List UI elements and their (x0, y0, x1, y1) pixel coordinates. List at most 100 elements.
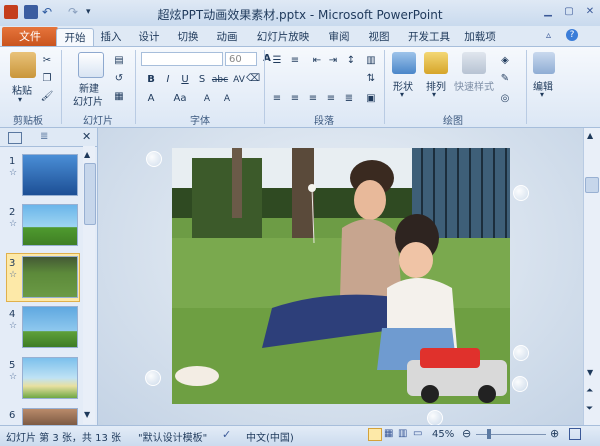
tab-home[interactable]: 开始 (56, 28, 94, 47)
scroll-down-icon[interactable]: ▼ (587, 368, 593, 377)
slide-sorter-icon[interactable]: ▦ (384, 428, 393, 439)
smartart-icon[interactable]: ▣ (364, 92, 378, 106)
increase-indent-icon[interactable]: ⇥ (326, 54, 340, 68)
tab-insert[interactable]: 插入 (96, 28, 126, 46)
new-slide-icon[interactable] (78, 52, 104, 78)
strikethrough-button[interactable]: abc (210, 73, 230, 87)
clear-format-icon[interactable]: ⌫ (246, 72, 260, 86)
font-grow-small-icon[interactable]: A (220, 92, 234, 106)
char-spacing-button[interactable]: AV (232, 73, 246, 87)
decrease-indent-icon[interactable]: ⇤ (310, 54, 324, 68)
columns-icon[interactable]: ▥ (364, 54, 378, 68)
scroll-up-icon[interactable]: ▲ (587, 131, 593, 140)
customize-icon[interactable]: ▾ (86, 5, 100, 19)
powerpoint-icon[interactable] (4, 5, 18, 19)
format-painter-icon[interactable]: 🖌 (40, 90, 54, 104)
tab-review[interactable]: 审阅 (324, 28, 354, 46)
normal-view-icon[interactable] (368, 428, 382, 441)
save-icon[interactable] (24, 5, 38, 19)
font-name-combo[interactable] (141, 52, 223, 66)
shapes-icon[interactable] (392, 52, 416, 74)
find-icon[interactable] (533, 52, 555, 74)
underline-button[interactable]: U (178, 73, 192, 87)
scroll-down-icon[interactable]: ▼ (84, 410, 90, 419)
theme-status[interactable]: "默认设计模板" (138, 429, 207, 444)
tab-animations[interactable]: 动画 (212, 28, 242, 46)
slideshow-view-icon[interactable]: ▭ (413, 428, 422, 439)
arrange-dropdown-icon[interactable]: ▾ (432, 90, 436, 99)
zoom-level[interactable]: 45% (432, 429, 454, 440)
shapes-dropdown-icon[interactable]: ▾ (400, 90, 404, 99)
main-scroll-thumb[interactable] (585, 177, 599, 193)
tab-addins[interactable]: 加载项 (460, 28, 500, 46)
previous-slide-icon[interactable]: ⏶ (586, 386, 593, 396)
new-slide-sublabel[interactable]: 幻灯片 (73, 93, 103, 108)
layout-icon[interactable]: ▤ (112, 54, 126, 68)
tab-view[interactable]: 视图 (364, 28, 394, 46)
language-status[interactable]: 中文(中国) (246, 429, 294, 444)
change-case-button[interactable]: Aa (170, 92, 190, 106)
paste-dropdown-icon[interactable]: ▾ (18, 95, 22, 104)
font-size-combo[interactable]: 60 (225, 52, 257, 66)
slide-thumbnail[interactable] (22, 357, 78, 399)
tab-developer[interactable]: 开发工具 (404, 28, 454, 46)
paste-icon[interactable] (10, 52, 36, 78)
proofing-icon[interactable]: ✓ (222, 428, 231, 441)
help-icon[interactable]: ? (566, 29, 578, 41)
slide-canvas[interactable] (172, 148, 510, 404)
tab-file[interactable]: 文件 (2, 27, 58, 46)
main-scrollbar[interactable] (583, 128, 600, 425)
scroll-up-icon[interactable]: ▲ (84, 150, 90, 159)
slides-tab-icon[interactable] (8, 132, 22, 144)
reset-icon[interactable]: ↺ (112, 72, 126, 86)
quick-styles-icon[interactable] (462, 52, 486, 74)
italic-button[interactable]: I (161, 73, 175, 87)
bold-button[interactable]: B (144, 73, 158, 87)
shape-effects-icon[interactable]: ◎ (498, 92, 512, 106)
maximize-icon[interactable]: ▢ (561, 5, 577, 19)
shape-fill-icon[interactable]: ◈ (498, 54, 512, 68)
justify-icon[interactable]: ≡ (324, 92, 338, 106)
slide-thumbnail[interactable] (22, 204, 78, 246)
redo-icon[interactable]: ↷ (68, 5, 82, 19)
minimize-ribbon-icon[interactable]: ▵ (546, 30, 551, 41)
outline-tab-icon[interactable]: ≣ (40, 131, 48, 142)
cut-icon[interactable]: ✂ (40, 54, 54, 68)
close-icon[interactable]: ✕ (582, 5, 598, 19)
slides-scroll-thumb[interactable] (84, 163, 96, 225)
zoom-out-icon[interactable]: ⊖ (462, 427, 471, 440)
tab-transitions[interactable]: 切换 (173, 28, 203, 46)
zoom-slider-thumb[interactable] (487, 429, 491, 439)
copy-icon[interactable]: ❐ (40, 72, 54, 86)
line-spacing-icon[interactable]: ↕ (344, 54, 358, 68)
shape-outline-icon[interactable]: ✎ (498, 72, 512, 86)
zoom-in-icon[interactable]: ⊕ (550, 427, 559, 440)
slide-thumbnail[interactable] (22, 154, 78, 196)
next-slide-icon[interactable]: ⏷ (586, 404, 593, 414)
panel-close-icon[interactable]: ✕ (82, 130, 91, 143)
minimize-icon[interactable]: ▁ (540, 5, 556, 19)
slide-thumbnail[interactable] (22, 408, 78, 426)
shadow-button[interactable]: S (195, 73, 209, 87)
ribbon-divider (384, 50, 385, 124)
arrange-icon[interactable] (424, 52, 448, 74)
text-direction-icon[interactable]: ⇅ (364, 72, 378, 86)
fit-to-window-icon[interactable] (569, 428, 581, 440)
numbering-icon[interactable]: ≡ (288, 54, 302, 68)
editing-dropdown-icon[interactable]: ▾ (540, 90, 544, 99)
font-shrink-icon[interactable]: A (200, 92, 214, 106)
undo-icon[interactable]: ↶ (42, 5, 56, 19)
align-center-icon[interactable]: ≡ (288, 92, 302, 106)
quick-styles-button[interactable]: 快速样式 (454, 78, 494, 93)
font-color-button[interactable]: A (144, 92, 158, 106)
tab-design[interactable]: 设计 (134, 28, 164, 46)
bullets-icon[interactable]: ☰ (270, 54, 284, 68)
slide-thumbnail[interactable] (22, 306, 78, 348)
slide-thumbnail[interactable] (22, 256, 78, 298)
distribute-icon[interactable]: ≣ (342, 92, 356, 106)
tab-slideshow[interactable]: 幻灯片放映 (252, 28, 314, 46)
section-icon[interactable]: ▦ (112, 90, 126, 104)
align-left-icon[interactable]: ≡ (270, 92, 284, 106)
reading-view-icon[interactable]: ▥ (398, 428, 407, 439)
align-right-icon[interactable]: ≡ (306, 92, 320, 106)
